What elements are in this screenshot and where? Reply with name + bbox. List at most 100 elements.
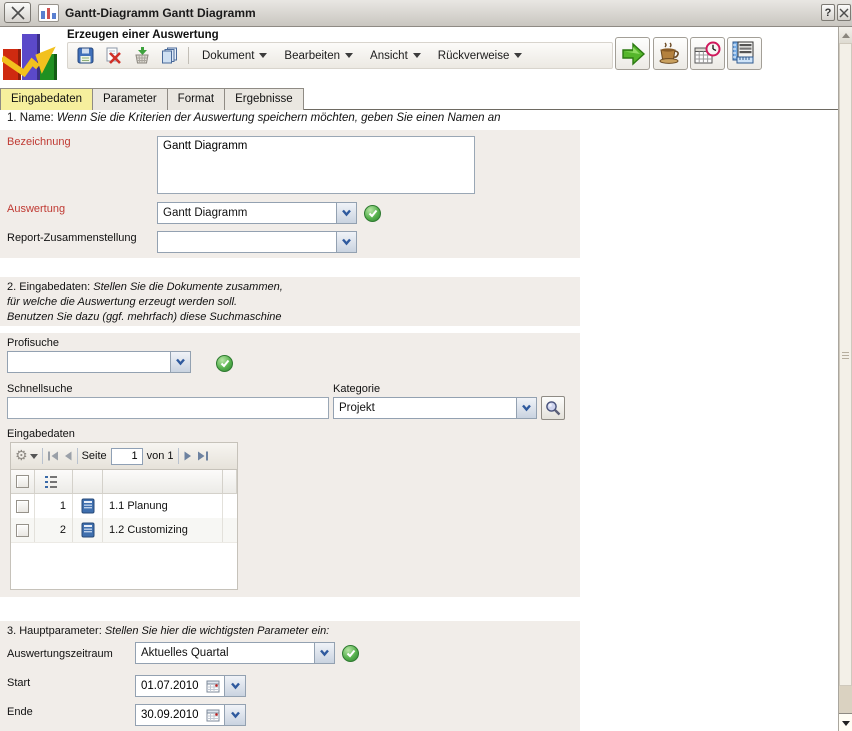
- grid-pager: ⚙ Seite von 1: [11, 443, 237, 470]
- chevron-down-icon[interactable]: [336, 203, 356, 223]
- menu-dokument[interactable]: Dokument: [198, 48, 271, 64]
- kategorie-select[interactable]: Projekt: [333, 397, 537, 419]
- report-zusammenstellung-select[interactable]: [157, 231, 357, 253]
- close-icon: [839, 8, 849, 17]
- eingabedaten-grid: ⚙ Seite von 1: [10, 442, 238, 590]
- document-icon: [81, 522, 94, 538]
- section2-heading: 2. Eingabedaten: Stellen Sie die Dokumen…: [7, 281, 283, 323]
- arrow-down-icon: [841, 720, 850, 726]
- menu-bearbeiten[interactable]: Bearbeiten: [280, 48, 357, 64]
- start-date-dropdown-button[interactable]: [225, 675, 246, 697]
- page-count-label: von 1: [146, 450, 174, 462]
- application-window: Gantt-Diagramm Gantt Diagramm ? Erzeugen…: [0, 0, 852, 731]
- report-layout-button[interactable]: [727, 37, 762, 70]
- schnellsuche-input[interactable]: [7, 397, 329, 419]
- arrow-up-icon: [841, 32, 850, 38]
- select-all-checkbox[interactable]: [16, 475, 29, 488]
- menu-ansicht[interactable]: Ansicht: [366, 48, 425, 64]
- auswertung-ok-icon: [364, 205, 381, 222]
- chevron-down-icon[interactable]: [314, 643, 334, 663]
- scrollbar-track[interactable]: [839, 686, 852, 713]
- bezeichnung-label: Bezeichnung: [7, 136, 71, 148]
- chevron-down-icon[interactable]: [336, 232, 356, 252]
- page-number-input[interactable]: [110, 447, 143, 465]
- profisuche-select[interactable]: [7, 351, 191, 373]
- bezeichnung-textarea[interactable]: Gantt Diagramm: [157, 136, 475, 194]
- table-row[interactable]: 1 1.1 Planung: [11, 494, 237, 519]
- last-page-icon: [197, 451, 208, 461]
- tab-eingabedaten[interactable]: Eingabedaten: [0, 88, 93, 110]
- numbered-list-icon: [44, 475, 57, 488]
- ende-date-dropdown-button[interactable]: [225, 704, 246, 726]
- calendar-clock-icon: [694, 41, 721, 64]
- save-icon: [77, 47, 94, 64]
- background-job-button[interactable]: [653, 37, 688, 70]
- window-title: Gantt-Diagramm Gantt Diagramm: [65, 6, 256, 20]
- row-checkbox[interactable]: [16, 499, 29, 513]
- row-number: 2: [35, 518, 73, 542]
- calendar-icon[interactable]: [203, 679, 223, 693]
- menu-rueckverweise[interactable]: Rückverweise: [434, 48, 527, 64]
- add-to-basket-button[interactable]: [132, 46, 151, 65]
- section3-panel: 3. Hauptparameter: Stellen Sie hier die …: [0, 621, 580, 731]
- seite-label: Seite: [81, 450, 107, 462]
- auswertung-select[interactable]: Gantt Diagramm: [157, 202, 357, 224]
- toolbar-separator: [188, 47, 189, 64]
- chevron-down-icon: [230, 711, 240, 719]
- ende-date-field: [135, 704, 225, 726]
- scrollbar-down-button[interactable]: [839, 713, 852, 731]
- report-zusammenstellung-value: [158, 232, 336, 252]
- bar-chart-icon: [38, 4, 59, 22]
- grid-settings-button[interactable]: ⚙: [15, 449, 38, 463]
- last-page-button[interactable]: [197, 450, 209, 462]
- grid-header-row: [11, 470, 237, 494]
- toolbar: Dokument Bearbeiten Ansicht Rückverweise: [67, 42, 613, 69]
- auswertung-value: Gantt Diagramm: [163, 207, 248, 219]
- title-bar: Gantt-Diagramm Gantt Diagramm ?: [0, 0, 852, 27]
- schedule-button[interactable]: [690, 37, 725, 70]
- report-ruler-icon: [732, 41, 753, 64]
- tab-parameter[interactable]: Parameter: [92, 88, 168, 110]
- first-page-button[interactable]: [47, 450, 59, 462]
- scrollbar-grip: [842, 352, 849, 360]
- prev-page-button[interactable]: [63, 450, 73, 462]
- vertical-scrollbar[interactable]: [838, 27, 852, 731]
- chevron-down-icon[interactable]: [516, 398, 536, 418]
- auswertungszeitraum-select[interactable]: Aktuelles Quartal: [135, 642, 335, 664]
- auswertung-label: Auswertung: [7, 203, 66, 215]
- search-button[interactable]: [541, 396, 565, 420]
- window-close-button[interactable]: [4, 2, 31, 23]
- profisuche-value: [8, 352, 170, 372]
- profisuche-label: Profisuche: [7, 337, 59, 349]
- delete-document-icon: [106, 47, 121, 64]
- ende-date-input[interactable]: [136, 709, 203, 721]
- scrollbar-thumb[interactable]: [839, 43, 852, 686]
- tab-format[interactable]: Format: [167, 88, 226, 110]
- row-checkbox[interactable]: [16, 523, 29, 537]
- start-date-input[interactable]: [136, 680, 203, 692]
- section3-heading: 3. Hauptparameter: Stellen Sie hier die …: [7, 625, 330, 637]
- chevron-down-icon: [514, 53, 523, 58]
- run-button[interactable]: [615, 37, 650, 70]
- basket-icon: [134, 47, 149, 64]
- section1-heading: 1. Name: Wenn Sie die Kriterien der Ausw…: [7, 112, 501, 124]
- tab-ergebnisse[interactable]: Ergebnisse: [225, 88, 304, 110]
- zeitraum-ok-icon: [342, 645, 359, 662]
- window-help-button[interactable]: ?: [821, 4, 835, 21]
- table-row[interactable]: 2 1.2 Customizing: [11, 518, 237, 543]
- next-page-button[interactable]: [183, 450, 193, 462]
- chevron-down-icon: [29, 453, 38, 459]
- copy-button[interactable]: [160, 46, 179, 65]
- scrollbar-up-button[interactable]: [839, 27, 852, 44]
- chevron-down-icon[interactable]: [170, 352, 190, 372]
- save-button[interactable]: [76, 46, 95, 65]
- green-arrow-icon: [621, 41, 645, 66]
- coffee-cup-icon: [659, 42, 679, 64]
- calendar-icon[interactable]: [203, 708, 223, 722]
- auswertungszeitraum-label: Auswertungszeitraum: [7, 648, 113, 660]
- close-icon: [10, 5, 25, 20]
- eingabedaten-grid-label: Eingabedaten: [7, 428, 75, 440]
- start-date-field: [135, 675, 225, 697]
- discard-button[interactable]: [104, 46, 123, 65]
- window-close-small-button[interactable]: [837, 4, 851, 21]
